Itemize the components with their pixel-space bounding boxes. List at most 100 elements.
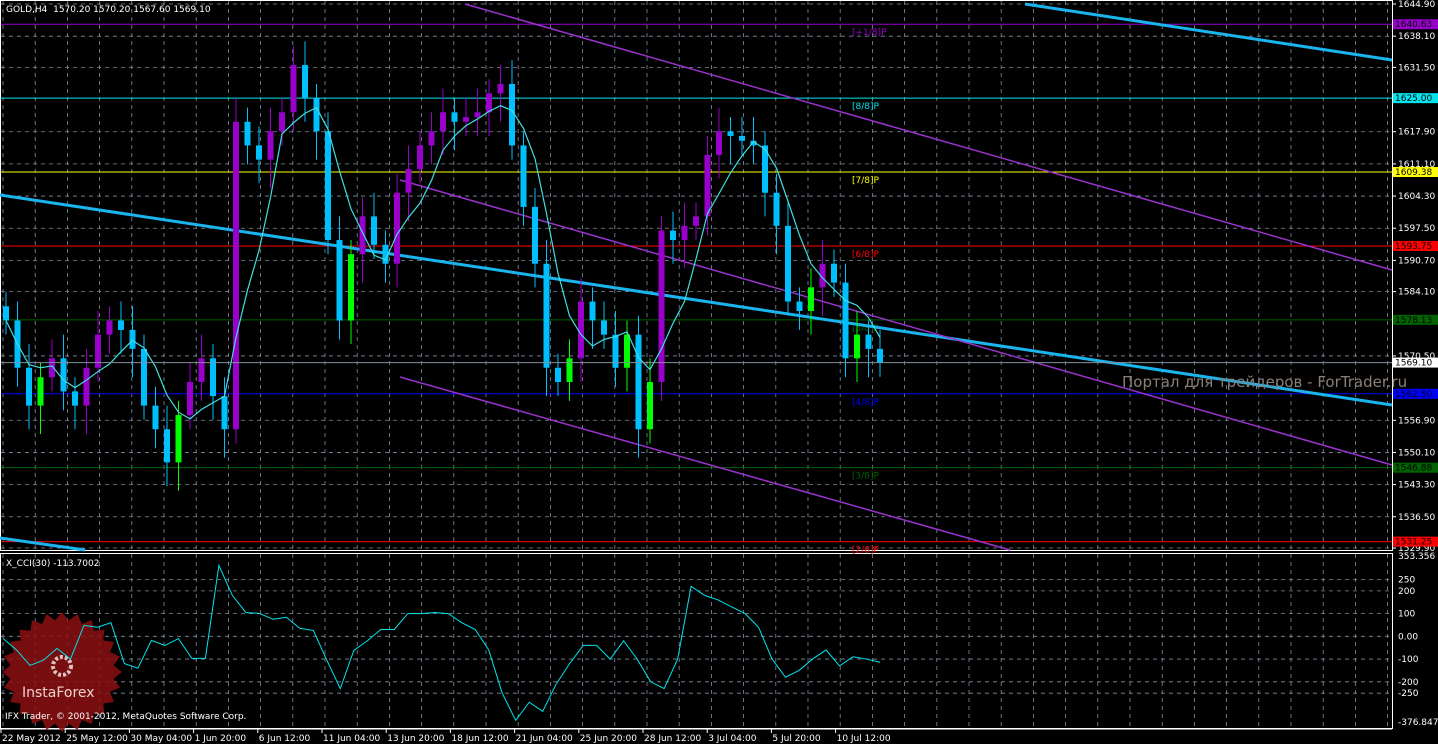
- price-tick-label: 1543.30: [1398, 481, 1435, 491]
- time-tick-label: 13 Jun 20:00: [387, 734, 444, 744]
- candle-body: [773, 192, 780, 226]
- candle-body: [417, 145, 423, 170]
- price-level-tag-text: 1593.75: [1395, 242, 1432, 252]
- candle-body: [566, 358, 573, 382]
- time-tick-label: 21 Jun 04:00: [516, 734, 573, 744]
- candle-body: [520, 145, 527, 207]
- candle-body: [3, 306, 9, 321]
- instaforex-logo-text: InstaForex: [22, 685, 95, 701]
- candle-body: [106, 320, 113, 335]
- price-tick-label: 1590.70: [1398, 256, 1435, 266]
- candle-body: [313, 98, 320, 132]
- candle-body: [26, 367, 32, 406]
- price-tick-label: 1536.50: [1398, 513, 1435, 523]
- channel-line: [464, 3, 1393, 271]
- time-tick-label: 5 Jul 20:00: [772, 734, 821, 744]
- candle-body: [83, 367, 90, 406]
- candle-body: [716, 131, 722, 155]
- candle-body: [187, 381, 193, 416]
- candle-body: [681, 225, 688, 241]
- candle-body: [497, 83, 504, 94]
- chart-title: GOLD,H4 1570.20 1570.20 1567.60 1569.10: [6, 5, 211, 15]
- candle-body: [336, 240, 343, 321]
- candle-body: [37, 377, 44, 406]
- time-tick-label: 11 Jun 04:00: [323, 734, 380, 744]
- candle-body: [589, 301, 596, 321]
- price-tick-label: 1550.10: [1398, 448, 1435, 458]
- candle-body: [118, 320, 124, 330]
- time-tick-label: 25 Jun 20:00: [580, 734, 637, 744]
- candle-body: [394, 192, 400, 264]
- murrey-level-label: [6/8]P: [852, 250, 880, 260]
- price-level-tag-text: 1640.63: [1395, 20, 1432, 30]
- candle-body: [658, 230, 665, 382]
- cci-line: [2, 563, 881, 722]
- price-level-tag-text: 1531.25: [1395, 538, 1432, 548]
- candle-body: [877, 348, 883, 363]
- candle-body: [290, 65, 297, 113]
- time-tick-label: 6 Jun 12:00: [259, 734, 311, 744]
- candle-body: [129, 329, 136, 349]
- time-tick-label: 30 May 04:00: [130, 734, 192, 744]
- murrey-level-label: [7/8]P: [852, 176, 880, 186]
- time-tick-label: 25 May 12:00: [66, 734, 128, 744]
- candle-body: [440, 112, 446, 132]
- candle-body: [796, 301, 803, 312]
- price-level-tag-text: 1546.88: [1395, 464, 1432, 474]
- candle-body: [854, 334, 860, 359]
- cci-tick-label: 250: [1398, 575, 1415, 585]
- price-level-tag-text: 1562.50: [1395, 390, 1432, 400]
- bid-price-text: 1569.10: [1395, 359, 1432, 369]
- candle-body: [256, 145, 262, 160]
- murrey-level-label: [4/8]P: [852, 398, 880, 408]
- candle-body: [831, 263, 837, 283]
- candle-body: [428, 131, 435, 146]
- watermark-text: Портал для трейдеров - ForTrader.ru: [1122, 373, 1408, 391]
- candle-body: [325, 131, 331, 241]
- candle-body: [785, 225, 791, 302]
- candle-body: [244, 121, 251, 146]
- candle-body: [267, 131, 274, 160]
- murrey-level-label: [2/8]P: [852, 546, 880, 556]
- time-tick-label: 10 Jul 12:00: [837, 734, 891, 744]
- candle-body: [60, 358, 67, 392]
- candle-body: [198, 358, 205, 382]
- symbol-label: GOLD,H4: [6, 5, 48, 15]
- cci-tick-label: -250: [1398, 689, 1419, 699]
- time-tick-label: 1 Jun 20:00: [195, 734, 247, 744]
- candle-body: [233, 121, 239, 430]
- cci-tick-label: -376.847: [1398, 718, 1438, 728]
- candle-body: [152, 405, 159, 430]
- price-tick-label: 1597.50: [1398, 224, 1435, 234]
- time-tick-label: 3 Jul 04:00: [708, 734, 757, 744]
- candle-body: [72, 391, 78, 406]
- price-tick-label: 1638.10: [1398, 32, 1435, 42]
- copyright-text: IFX Trader, © 2001-2012, MetaQuotes Soft…: [5, 712, 247, 722]
- price-tick-label: 1604.30: [1398, 192, 1435, 202]
- time-tick-label: 18 Jun 12:00: [451, 734, 508, 744]
- murrey-level-label: [8/8]P: [852, 102, 880, 112]
- candle-body: [693, 216, 699, 226]
- cci-tick-label: -100: [1398, 655, 1419, 665]
- candle-body: [555, 367, 561, 382]
- candle-body: [486, 93, 492, 113]
- candle-body: [371, 216, 377, 245]
- candle-body: [279, 112, 285, 132]
- price-level-tag-text: 1578.13: [1395, 316, 1432, 326]
- cci-indicator-title: X_CCI(30) -113.7002: [6, 559, 100, 569]
- candle-body: [647, 381, 653, 430]
- candle-body: [221, 396, 228, 430]
- price-tick-label: 1644.90: [1398, 0, 1435, 10]
- candle-body: [543, 263, 550, 368]
- candle-body: [451, 112, 458, 122]
- candle-body: [865, 334, 872, 349]
- candle-body: [463, 117, 469, 122]
- time-tick-label: 28 Jun 12:00: [644, 734, 701, 744]
- time-tick-label: 22 May 2012: [2, 734, 61, 744]
- channel-line: [399, 376, 1011, 551]
- price-tick-label: 1584.10: [1398, 288, 1435, 298]
- cci-tick-label: 353.356: [1398, 552, 1435, 562]
- price-tick-label: 1631.50: [1398, 63, 1435, 73]
- chart-canvas[interactable]: 1644.901638.101631.501617.901611.101604.…: [0, 0, 1438, 744]
- candle-body: [842, 282, 849, 359]
